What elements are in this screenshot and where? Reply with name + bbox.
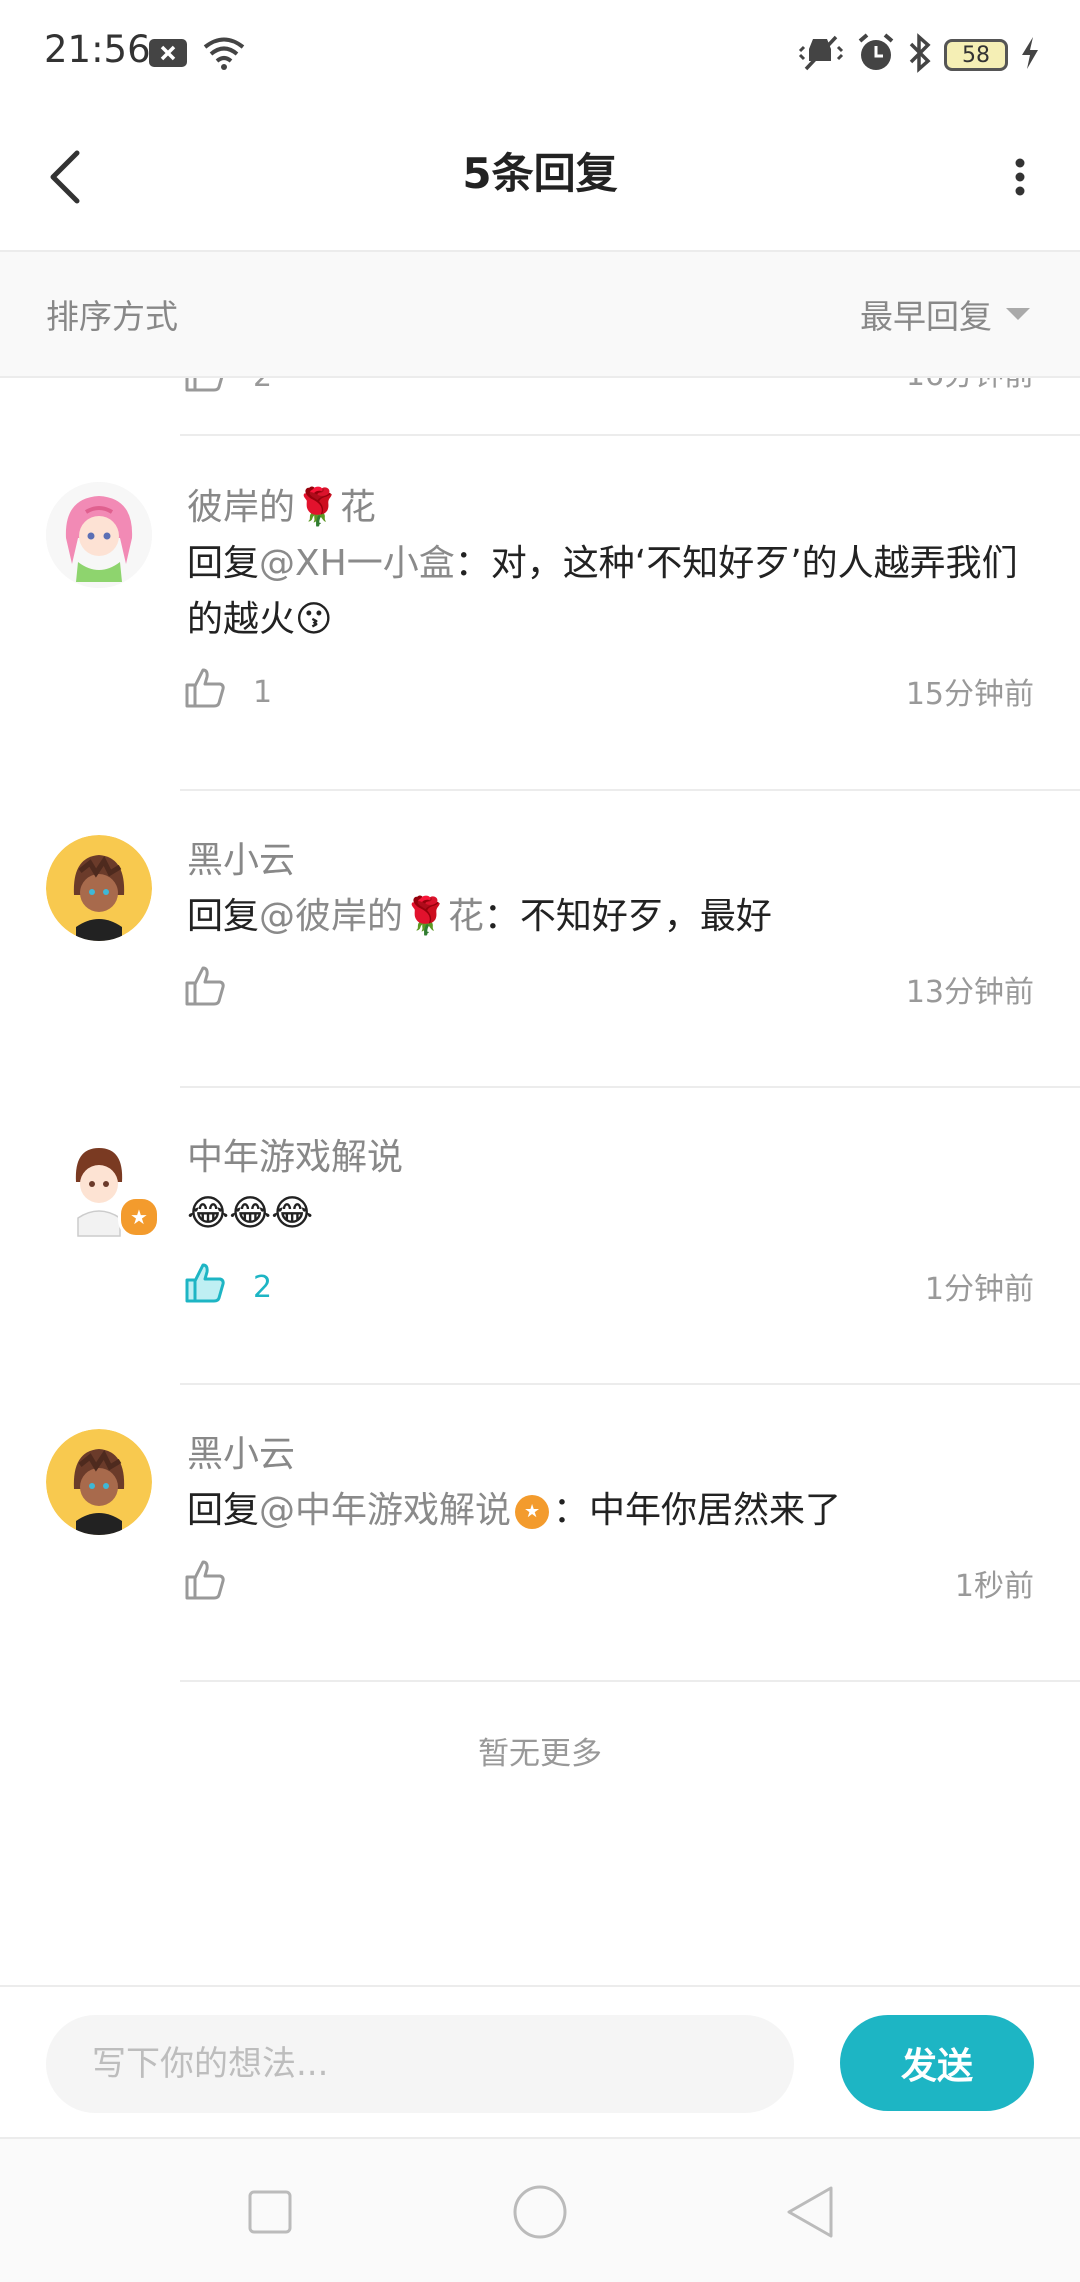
username[interactable]: 中年游戏解说	[187, 1128, 403, 1180]
divider	[180, 1680, 1080, 1682]
mention-link[interactable]: @中年游戏解说	[259, 1490, 511, 1531]
timestamp: 16分钟前	[906, 378, 1034, 394]
thumbs-up-icon	[183, 378, 227, 402]
thumbs-up-icon	[183, 964, 227, 1016]
mention-link[interactable]: @彼岸的🌹花	[259, 896, 484, 937]
bluetooth-icon	[908, 33, 932, 77]
reply-input[interactable]	[46, 2015, 794, 2113]
like-button[interactable]: 2	[183, 378, 272, 402]
reply-prefix: 回复	[187, 1490, 260, 1531]
circle-icon	[512, 2184, 568, 2244]
reply-content: 😂😂😂	[187, 1186, 1027, 1242]
recents-button[interactable]	[235, 2179, 305, 2249]
more-options-button[interactable]	[990, 134, 1050, 224]
square-icon	[247, 2189, 293, 2239]
notification-icon	[148, 37, 188, 73]
back-nav-button[interactable]	[775, 2179, 845, 2249]
battery-icon: 58	[944, 39, 1008, 71]
more-vertical-icon	[1014, 157, 1026, 201]
charging-icon	[1020, 36, 1040, 74]
wifi-icon	[202, 36, 246, 74]
timestamp: 13分钟前	[905, 975, 1034, 1010]
mute-icon	[798, 33, 844, 77]
system-nav-bar	[0, 2137, 1080, 2282]
like-count: 2	[253, 1269, 273, 1305]
reply-text: 😂😂😂	[187, 1193, 314, 1234]
avatar[interactable]	[46, 1429, 152, 1535]
reply-content: 回复@XH一小盒：对，这种‘不知好歹’的人越弄我们的越火😗	[187, 536, 1027, 648]
chevron-down-icon	[1006, 308, 1030, 320]
username[interactable]: 彼岸的🌹花	[187, 478, 376, 530]
list-item: 彼岸的🌹花 回复@XH一小盒：对，这种‘不知好歹’的人越弄我们的越火😗 1 15…	[0, 436, 1080, 732]
list-item: 黑小云 回复@彼岸的🌹花：不知好歹，最好 13分钟前	[0, 791, 1080, 1087]
status-time: 21:56	[44, 28, 151, 71]
thumbs-up-icon	[183, 666, 227, 718]
like-count: 2	[253, 378, 272, 394]
list-item: 黑小云 回复@中年游戏解说 ★ ：中年你居然来了 1秒前	[0, 1385, 1080, 1681]
mention-link[interactable]: @XH一小盒	[259, 543, 455, 584]
like-button[interactable]: 2	[183, 1261, 272, 1313]
no-more-text: 暂无更多	[478, 1736, 602, 1772]
reply-list[interactable]: 2 16分钟前 彼岸的🌹花 回复@XH一小盒：对，这种‘不知好歹’的人越弄我们的…	[0, 378, 1080, 1983]
alarm-icon	[856, 33, 896, 77]
reply-text: ：中年你居然来了	[553, 1490, 842, 1531]
avatar[interactable]	[46, 835, 152, 941]
page-title: 5条回复	[462, 149, 618, 198]
timestamp: 15分钟前	[905, 677, 1034, 712]
reply-input-bar: 发送	[0, 1985, 1080, 2139]
home-button[interactable]	[505, 2179, 575, 2249]
sort-label: 排序方式	[46, 297, 178, 336]
header: 5条回复	[0, 110, 1080, 252]
like-button[interactable]: 1	[183, 666, 272, 718]
username[interactable]: 黑小云	[187, 831, 295, 883]
reply-prefix: 回复	[187, 543, 260, 584]
triangle-back-icon	[785, 2184, 835, 2244]
send-button[interactable]: 发送	[840, 2015, 1034, 2111]
avatar[interactable]	[46, 482, 152, 588]
partial-list-item: 2 16分钟前	[0, 378, 1080, 412]
reply-content: 回复@中年游戏解说 ★ ：中年你居然来了	[187, 1483, 1027, 1539]
sort-bar: 排序方式 最早回复	[0, 252, 1080, 378]
reply-text: ：不知好歹，最好	[483, 896, 772, 937]
timestamp: 1分钟前	[924, 1272, 1034, 1307]
verified-badge-icon: ★	[515, 1495, 550, 1529]
status-bar: 21:56 58	[0, 0, 1080, 110]
sort-dropdown[interactable]: 最早回复	[860, 290, 1030, 338]
list-item: ★ 中年游戏解说 😂😂😂 2 1分钟前	[0, 1088, 1080, 1384]
reply-prefix: 回复	[187, 896, 260, 937]
sort-selected: 最早回复	[860, 297, 992, 336]
reply-content: 回复@彼岸的🌹花：不知好歹，最好	[187, 889, 1027, 945]
username[interactable]: 黑小云	[187, 1425, 295, 1477]
like-button[interactable]	[183, 1558, 253, 1610]
verified-badge-icon: ★	[118, 1196, 160, 1238]
avatar[interactable]: ★	[46, 1132, 160, 1238]
like-button[interactable]	[183, 964, 253, 1016]
like-count: 1	[253, 674, 273, 710]
thumbs-up-icon	[183, 1558, 227, 1610]
thumbs-up-filled-icon	[183, 1261, 227, 1313]
timestamp: 1秒前	[954, 1569, 1034, 1604]
